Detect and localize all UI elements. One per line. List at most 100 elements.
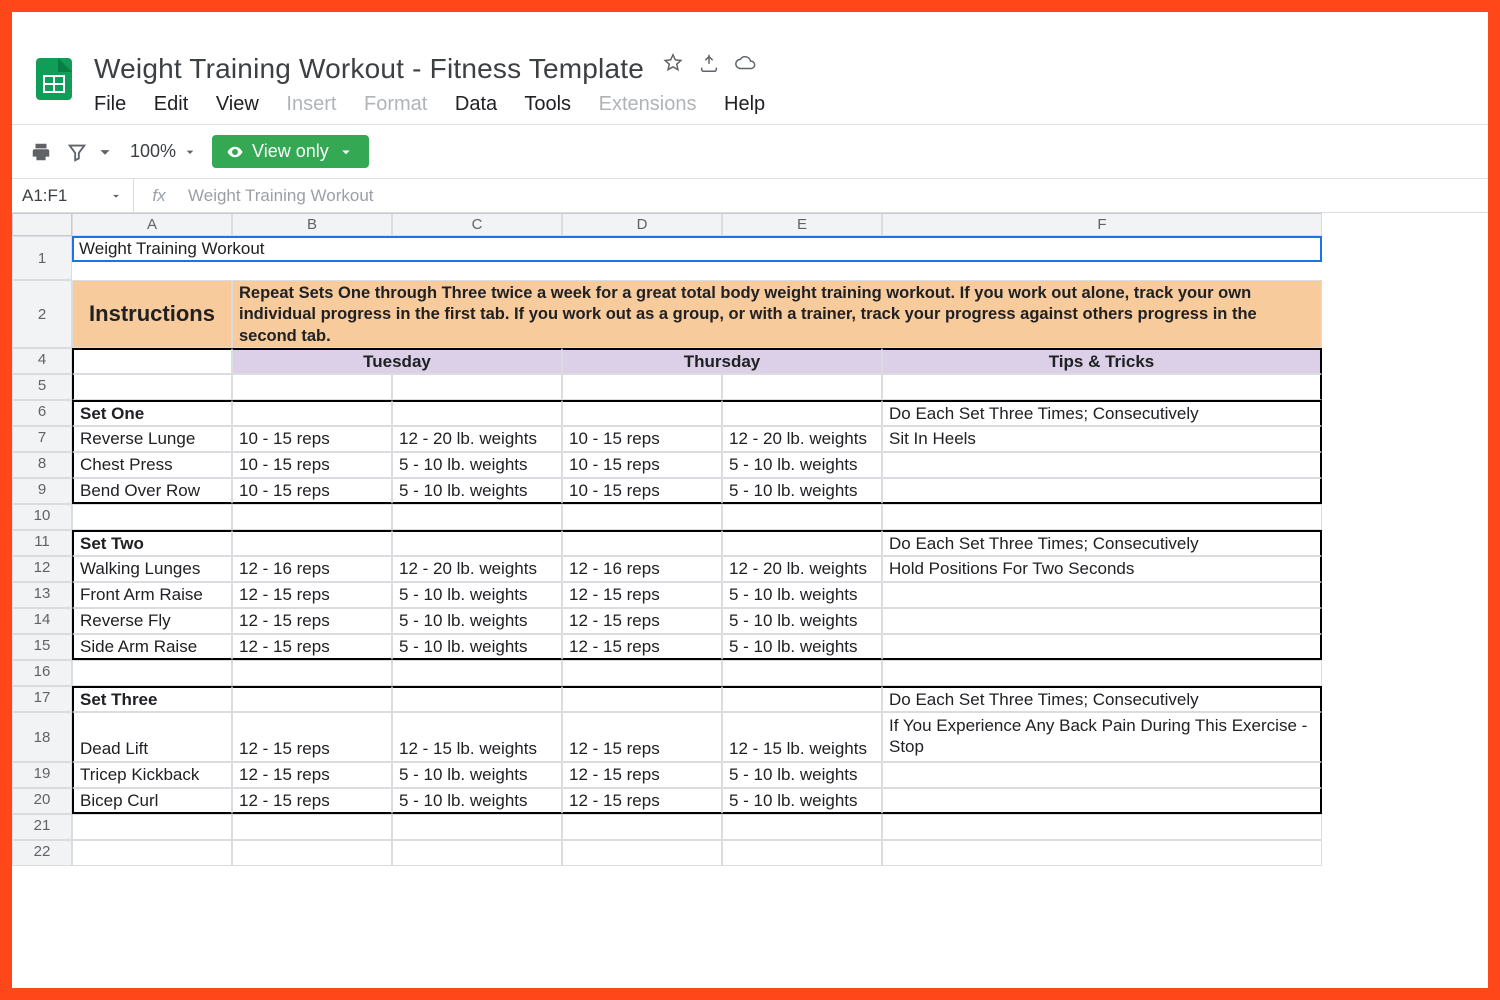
cell[interactable]: 10 - 15 reps	[562, 452, 722, 478]
cell[interactable]: Sit In Heels	[882, 426, 1322, 452]
menu-data[interactable]: Data	[455, 93, 497, 115]
cell[interactable]	[392, 814, 562, 840]
row-header[interactable]: 18	[12, 712, 72, 762]
cell[interactable]: 12 - 16 reps	[562, 556, 722, 582]
cell[interactable]: 12 - 15 reps	[562, 712, 722, 762]
menu-edit[interactable]: Edit	[154, 93, 188, 115]
cell[interactable]: 5 - 10 lb. weights	[392, 478, 562, 504]
cell[interactable]	[882, 582, 1322, 608]
move-icon[interactable]	[698, 52, 720, 79]
cell[interactable]	[392, 530, 562, 556]
cell[interactable]: 12 - 15 lb. weights	[392, 712, 562, 762]
cell[interactable]: Reverse Fly	[72, 608, 232, 634]
zoom-level[interactable]: 100%	[130, 141, 198, 162]
cell[interactable]	[392, 400, 562, 426]
cell[interactable]	[562, 530, 722, 556]
cell[interactable]: 12 - 15 reps	[232, 608, 392, 634]
cell[interactable]	[882, 788, 1322, 814]
row-header[interactable]: 14	[12, 608, 72, 634]
cell[interactable]	[882, 814, 1322, 840]
cell[interactable]	[232, 374, 392, 400]
cell[interactable]	[882, 452, 1322, 478]
cell[interactable]: 5 - 10 lb. weights	[392, 762, 562, 788]
cell[interactable]	[392, 686, 562, 712]
cell[interactable]	[232, 840, 392, 866]
cell[interactable]	[882, 634, 1322, 660]
cell[interactable]: 12 - 20 lb. weights	[392, 556, 562, 582]
cell[interactable]: 12 - 20 lb. weights	[722, 556, 882, 582]
cell[interactable]	[392, 660, 562, 686]
row-header[interactable]: 8	[12, 452, 72, 478]
cell[interactable]	[882, 374, 1322, 400]
cell[interactable]: 12 - 15 reps	[562, 582, 722, 608]
cell[interactable]: Tips & Tricks	[882, 348, 1322, 374]
menu-help[interactable]: Help	[724, 93, 765, 115]
cell[interactable]	[722, 840, 882, 866]
cell[interactable]	[722, 660, 882, 686]
cell[interactable]: Side Arm Raise	[72, 634, 232, 660]
cell[interactable]: 5 - 10 lb. weights	[722, 608, 882, 634]
cell[interactable]	[72, 660, 232, 686]
col-header[interactable]: D	[562, 213, 722, 236]
cell[interactable]	[882, 660, 1322, 686]
print-icon[interactable]	[30, 141, 52, 163]
cell[interactable]: Tricep Kickback	[72, 762, 232, 788]
row-header[interactable]: 1	[12, 236, 72, 280]
cell[interactable]	[232, 686, 392, 712]
cell[interactable]: Weight Training Workout	[72, 236, 1322, 262]
cloud-status-icon[interactable]	[734, 52, 756, 79]
cell[interactable]: Thursday	[562, 348, 882, 374]
spreadsheet-grid[interactable]: A B C D E F 1 Weight Training Workout 2 …	[12, 213, 1488, 866]
row-header[interactable]: 20	[12, 788, 72, 814]
menu-file[interactable]: File	[94, 93, 126, 115]
cell[interactable]: 12 - 15 reps	[232, 788, 392, 814]
cell[interactable]: 10 - 15 reps	[232, 478, 392, 504]
cell[interactable]: 12 - 20 lb. weights	[722, 426, 882, 452]
cell[interactable]: Set Two	[72, 530, 232, 556]
row-header[interactable]: 2	[12, 280, 72, 348]
cell[interactable]: Reverse Lunge	[72, 426, 232, 452]
cell[interactable]	[722, 530, 882, 556]
cell[interactable]: 12 - 15 reps	[562, 634, 722, 660]
cell[interactable]: 10 - 15 reps	[232, 452, 392, 478]
row-header[interactable]: 4	[12, 348, 72, 374]
cell[interactable]	[722, 374, 882, 400]
row-header[interactable]: 9	[12, 478, 72, 504]
cell[interactable]	[562, 400, 722, 426]
cell[interactable]	[562, 840, 722, 866]
cell[interactable]	[72, 840, 232, 866]
row-header[interactable]: 6	[12, 400, 72, 426]
cell[interactable]	[72, 814, 232, 840]
row-header[interactable]: 10	[12, 504, 72, 530]
cell[interactable]: 12 - 15 reps	[232, 712, 392, 762]
row-header[interactable]: 12	[12, 556, 72, 582]
formula-input[interactable]: Weight Training Workout	[184, 186, 374, 206]
cell[interactable]: 12 - 15 reps	[562, 788, 722, 814]
cell[interactable]	[562, 374, 722, 400]
cell[interactable]	[562, 660, 722, 686]
cell[interactable]: If You Experience Any Back Pain During T…	[882, 712, 1322, 762]
cell[interactable]: Repeat Sets One through Three twice a we…	[232, 280, 1322, 348]
menu-tools[interactable]: Tools	[524, 93, 571, 115]
cell[interactable]	[232, 400, 392, 426]
row-header[interactable]: 13	[12, 582, 72, 608]
cell[interactable]	[722, 686, 882, 712]
col-header[interactable]: C	[392, 213, 562, 236]
document-title[interactable]: Weight Training Workout - Fitness Templa…	[94, 53, 644, 85]
cell[interactable]: 5 - 10 lb. weights	[392, 452, 562, 478]
row-header[interactable]: 15	[12, 634, 72, 660]
cell[interactable]	[722, 504, 882, 530]
filter-icon[interactable]	[66, 141, 88, 163]
cell[interactable]	[562, 686, 722, 712]
cell[interactable]: 12 - 15 lb. weights	[722, 712, 882, 762]
cell[interactable]: 12 - 15 reps	[562, 762, 722, 788]
row-header[interactable]: 11	[12, 530, 72, 556]
cell[interactable]	[882, 840, 1322, 866]
cell[interactable]	[392, 504, 562, 530]
cell[interactable]: 10 - 15 reps	[562, 426, 722, 452]
cell[interactable]	[232, 814, 392, 840]
view-only-button[interactable]: View only	[212, 135, 369, 168]
cell[interactable]	[392, 374, 562, 400]
cell[interactable]	[232, 660, 392, 686]
star-icon[interactable]	[662, 52, 684, 79]
